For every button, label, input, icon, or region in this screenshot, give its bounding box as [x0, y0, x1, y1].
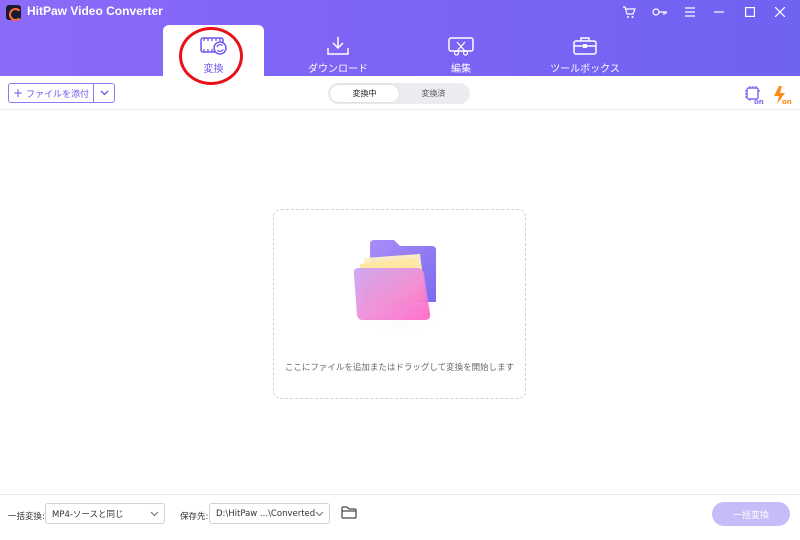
- segment-converted[interactable]: 変換済: [399, 85, 468, 102]
- minimize-icon[interactable]: [709, 3, 729, 21]
- output-format-select[interactable]: MP4-ソースと同じ: [45, 503, 165, 524]
- output-format-value: MP4-ソースと同じ: [52, 509, 124, 520]
- cart-icon[interactable]: [619, 3, 639, 21]
- tab-download-label: ダウンロード: [308, 64, 368, 75]
- chevron-down-icon: [150, 511, 159, 517]
- tab-edit-label: 編集: [451, 64, 471, 75]
- app-title: HitPaw Video Converter: [27, 4, 163, 18]
- toolbar: + ファイルを添付 変換中 変換済 on on: [0, 76, 800, 110]
- tab-convert[interactable]: 変換: [163, 25, 264, 76]
- toolbox-icon: [573, 35, 597, 57]
- add-file-dropdown[interactable]: [94, 84, 114, 102]
- tab-download[interactable]: ダウンロード: [288, 25, 388, 76]
- segment-converting[interactable]: 変換中: [330, 85, 399, 102]
- cpu-on-icon[interactable]: on: [744, 85, 764, 106]
- maximize-icon[interactable]: [740, 3, 760, 21]
- tab-toolbox[interactable]: ツールボックス: [534, 25, 636, 76]
- tab-toolbox-label: ツールボックス: [550, 64, 620, 75]
- key-icon[interactable]: [650, 3, 670, 21]
- batch-convert-label: 一括変換:: [8, 512, 45, 522]
- file-drop-zone[interactable]: ここにファイルを追加またはドラッグして変換を開始します: [273, 209, 526, 399]
- footer-bar: 一括変換: MP4-ソースと同じ 保存先: D:\HitPaw ...\Conv…: [0, 494, 800, 540]
- download-icon: [326, 35, 350, 57]
- add-file-button-group: + ファイルを添付: [8, 83, 115, 103]
- svg-text:on: on: [782, 98, 792, 105]
- open-folder-icon[interactable]: [341, 506, 357, 520]
- chevron-down-icon: [315, 511, 324, 517]
- convert-icon: [199, 35, 228, 57]
- title-bar: HitPaw Video Converter 変換 ダウンロード 編集 ツールボ…: [0, 0, 800, 76]
- folder-illustration: [344, 234, 454, 334]
- close-icon[interactable]: [770, 3, 790, 21]
- tab-convert-label: 変換: [203, 64, 224, 75]
- svg-text:on: on: [754, 98, 764, 105]
- chevron-down-icon: [100, 90, 108, 96]
- convert-all-button[interactable]: 一括変換: [712, 502, 790, 526]
- app-logo: [6, 5, 22, 21]
- edit-icon: [448, 35, 474, 57]
- save-path-select[interactable]: D:\HitPaw ...\Converted: [209, 503, 330, 524]
- add-file-button[interactable]: + ファイルを添付: [9, 84, 94, 102]
- drop-hint-text: ここにファイルを追加またはドラッグして変換を開始します: [284, 363, 515, 373]
- lightning-on-icon[interactable]: on: [771, 85, 792, 106]
- add-file-label: ファイルを添付: [26, 89, 90, 100]
- plus-icon: +: [12, 86, 24, 100]
- menu-icon[interactable]: [680, 3, 700, 21]
- save-to-label: 保存先:: [180, 512, 209, 522]
- conversion-status-toggle: 変換中 変換済: [328, 83, 470, 104]
- tab-edit[interactable]: 編集: [411, 25, 511, 76]
- save-path-value: D:\HitPaw ...\Converted: [216, 508, 316, 519]
